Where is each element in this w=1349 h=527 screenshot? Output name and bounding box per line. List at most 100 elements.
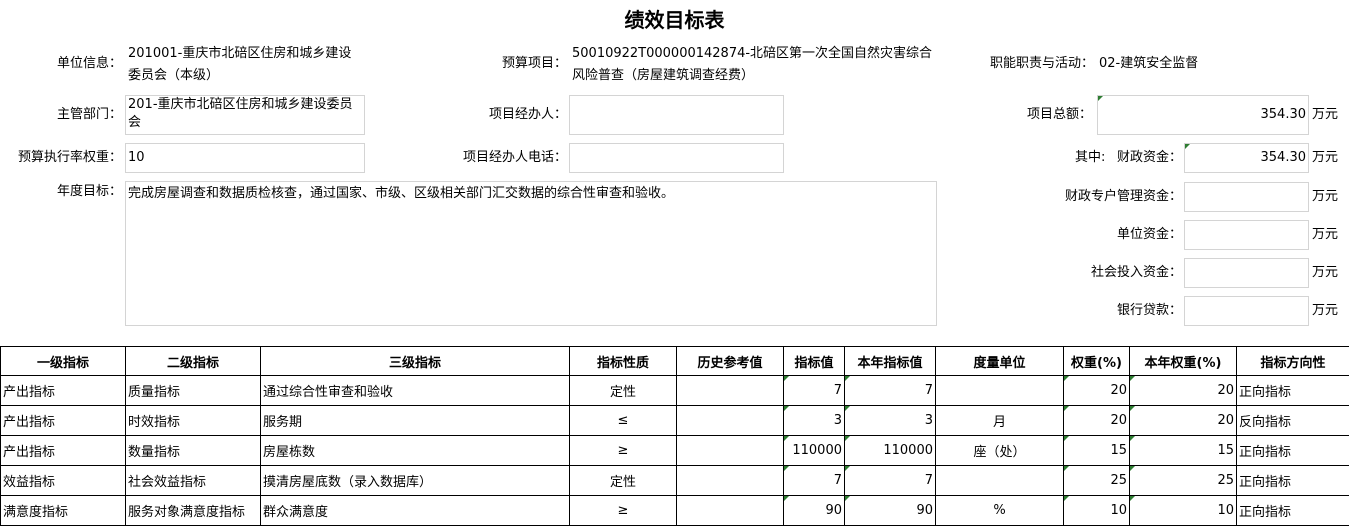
cell-weight[interactable]: 15	[1063, 435, 1130, 466]
cell-value[interactable]: 3	[783, 405, 845, 436]
fiscal-field[interactable]: 354.30	[1184, 143, 1309, 173]
weight-field[interactable]: 10	[125, 143, 365, 173]
cell-value[interactable]: 7	[783, 465, 845, 496]
special-field[interactable]	[1184, 182, 1309, 212]
cell-level3[interactable]: 摸清房屋底数（录入数据库）	[260, 465, 570, 496]
cell-value[interactable]: 110000	[783, 435, 845, 466]
budget-project-value-line2: 风险普查（房屋建筑调查经费）	[572, 68, 755, 83]
dept-field[interactable]: 201-重庆市北碚区住房和城乡建设委员 会	[125, 95, 365, 135]
cell-weight[interactable]: 25	[1063, 465, 1130, 496]
cell-level2[interactable]: 时效指标	[125, 405, 261, 436]
cell-year-value[interactable]: 7	[844, 465, 936, 496]
cell-direction[interactable]: 正向指标	[1236, 495, 1349, 526]
cell-year-weight[interactable]: 25	[1129, 465, 1237, 496]
cell-year-weight[interactable]: 20	[1129, 375, 1237, 406]
cell-direction[interactable]: 正向指标	[1236, 435, 1349, 466]
cell-year-value[interactable]: 110000	[844, 435, 936, 466]
social-field[interactable]	[1184, 258, 1309, 288]
table-row: 满意度指标 服务对象满意度指标 群众满意度 ≥ 90 90 % 10 10 正向…	[0, 495, 1349, 526]
cell-direction[interactable]: 反向指标	[1236, 405, 1349, 436]
header-nature: 指标性质	[569, 346, 677, 376]
cell-level1[interactable]: 产出指标	[0, 375, 126, 406]
cell-value[interactable]: 7	[783, 375, 845, 406]
cell-year-value[interactable]: 3	[844, 405, 936, 436]
cell-weight[interactable]: 20	[1063, 375, 1130, 406]
budget-project-value-line1: 50010922T000000142874-北碚区第一次全国自然灾害综合	[572, 46, 933, 61]
cell-level2[interactable]: 数量指标	[125, 435, 261, 466]
unit-funds-label: 单位资金：	[1116, 227, 1182, 242]
manager-phone-field[interactable]	[569, 143, 784, 173]
cell-level1[interactable]: 产出指标	[0, 405, 126, 436]
cell-level1[interactable]: 效益指标	[0, 465, 126, 496]
header-level1: 一级指标	[0, 346, 126, 376]
cell-level3[interactable]: 群众满意度	[260, 495, 570, 526]
cell-year-value[interactable]: 90	[844, 495, 936, 526]
cell-weight[interactable]: 20	[1063, 405, 1130, 436]
table-row: 产出指标 时效指标 服务期 ≤ 3 3 月 20 20 反向指标	[0, 405, 1349, 436]
unit-funds-field[interactable]	[1184, 220, 1309, 250]
cell-year-weight[interactable]: 10	[1129, 495, 1237, 526]
page-title: 绩效目标表	[624, 8, 725, 32]
header-year-weight: 本年权重(%)	[1129, 346, 1237, 376]
cell-nature[interactable]: ≥	[569, 435, 677, 466]
cell-history[interactable]	[676, 405, 784, 436]
function-value: 02-建筑安全监督	[1099, 56, 1199, 71]
manager-label: 项目经办人：	[488, 107, 567, 122]
cell-nature[interactable]: 定性	[569, 465, 677, 496]
social-unit: 万元	[1312, 265, 1339, 280]
cell-history[interactable]	[676, 435, 784, 466]
header-year-value: 本年指标值	[844, 346, 936, 376]
unit-funds-unit: 万元	[1312, 227, 1339, 242]
bank-field[interactable]	[1184, 296, 1309, 326]
cell-level2[interactable]: 社会效益指标	[125, 465, 261, 496]
cell-direction[interactable]: 正向指标	[1236, 465, 1349, 496]
cell-level3[interactable]: 通过综合性审查和验收	[260, 375, 570, 406]
manager-field[interactable]	[569, 95, 784, 135]
cell-unit[interactable]: 月	[935, 405, 1064, 436]
cell-history[interactable]	[676, 465, 784, 496]
cell-weight[interactable]: 10	[1063, 495, 1130, 526]
cell-unit[interactable]: %	[935, 495, 1064, 526]
table-row: 产出指标 质量指标 通过综合性审查和验收 定性 7 7 20 20 正向指标	[0, 375, 1349, 406]
cell-level1[interactable]: 满意度指标	[0, 495, 126, 526]
cell-year-value[interactable]: 7	[844, 375, 936, 406]
cell-level3[interactable]: 房屋栋数	[260, 435, 570, 466]
annual-goal-field[interactable]: 完成房屋调查和数据质检核查，通过国家、市级、区级相关部门汇交数据的综合性审查和验…	[125, 181, 937, 326]
header-value: 指标值	[783, 346, 845, 376]
dept-value-line2: 会	[128, 115, 142, 130]
unit-info-label: 单位信息：	[56, 56, 122, 71]
header-unit: 度量单位	[935, 346, 1064, 376]
cell-history[interactable]	[676, 375, 784, 406]
cell-history[interactable]	[676, 495, 784, 526]
cell-unit[interactable]	[935, 465, 1064, 496]
total-field[interactable]: 354.30	[1097, 95, 1309, 135]
cell-level2[interactable]: 质量指标	[125, 375, 261, 406]
table-header-row: 一级指标 二级指标 三级指标 指标性质 历史参考值 指标值 本年指标值 度量单位…	[0, 346, 1349, 376]
total-unit: 万元	[1312, 107, 1339, 122]
cell-value[interactable]: 90	[783, 495, 845, 526]
table-row: 产出指标 数量指标 房屋栋数 ≥ 110000 110000 座（处） 15 1…	[0, 435, 1349, 466]
cell-year-weight[interactable]: 15	[1129, 435, 1237, 466]
cell-nature[interactable]: 定性	[569, 375, 677, 406]
dept-value-line1: 201-重庆市北碚区住房和城乡建设委员	[128, 97, 353, 112]
cell-nature[interactable]: ≤	[569, 405, 677, 436]
table-row: 效益指标 社会效益指标 摸清房屋底数（录入数据库） 定性 7 7 25 25 正…	[0, 465, 1349, 496]
cell-nature[interactable]: ≥	[569, 495, 677, 526]
fiscal-label: 财政资金：	[1116, 150, 1182, 165]
cell-level3[interactable]: 服务期	[260, 405, 570, 436]
budget-project-label: 预算项目：	[501, 56, 567, 71]
unit-info-value-line1: 201001-重庆市北碚区住房和城乡建设	[128, 46, 352, 61]
weight-label: 预算执行率权重：	[17, 150, 122, 165]
cell-level1[interactable]: 产出指标	[0, 435, 126, 466]
dept-label: 主管部门：	[56, 107, 122, 122]
fiscal-prefix: 其中:	[1075, 150, 1106, 165]
header-direction: 指标方向性	[1236, 346, 1349, 376]
function-label: 职能职责与活动：	[990, 56, 1095, 71]
total-label: 项目总额：	[1026, 107, 1092, 122]
cell-year-weight[interactable]: 20	[1129, 405, 1237, 436]
annual-goal-label: 年度目标：	[56, 184, 122, 199]
cell-unit[interactable]	[935, 375, 1064, 406]
cell-level2[interactable]: 服务对象满意度指标	[125, 495, 261, 526]
cell-direction[interactable]: 正向指标	[1236, 375, 1349, 406]
cell-unit[interactable]: 座（处）	[935, 435, 1064, 466]
